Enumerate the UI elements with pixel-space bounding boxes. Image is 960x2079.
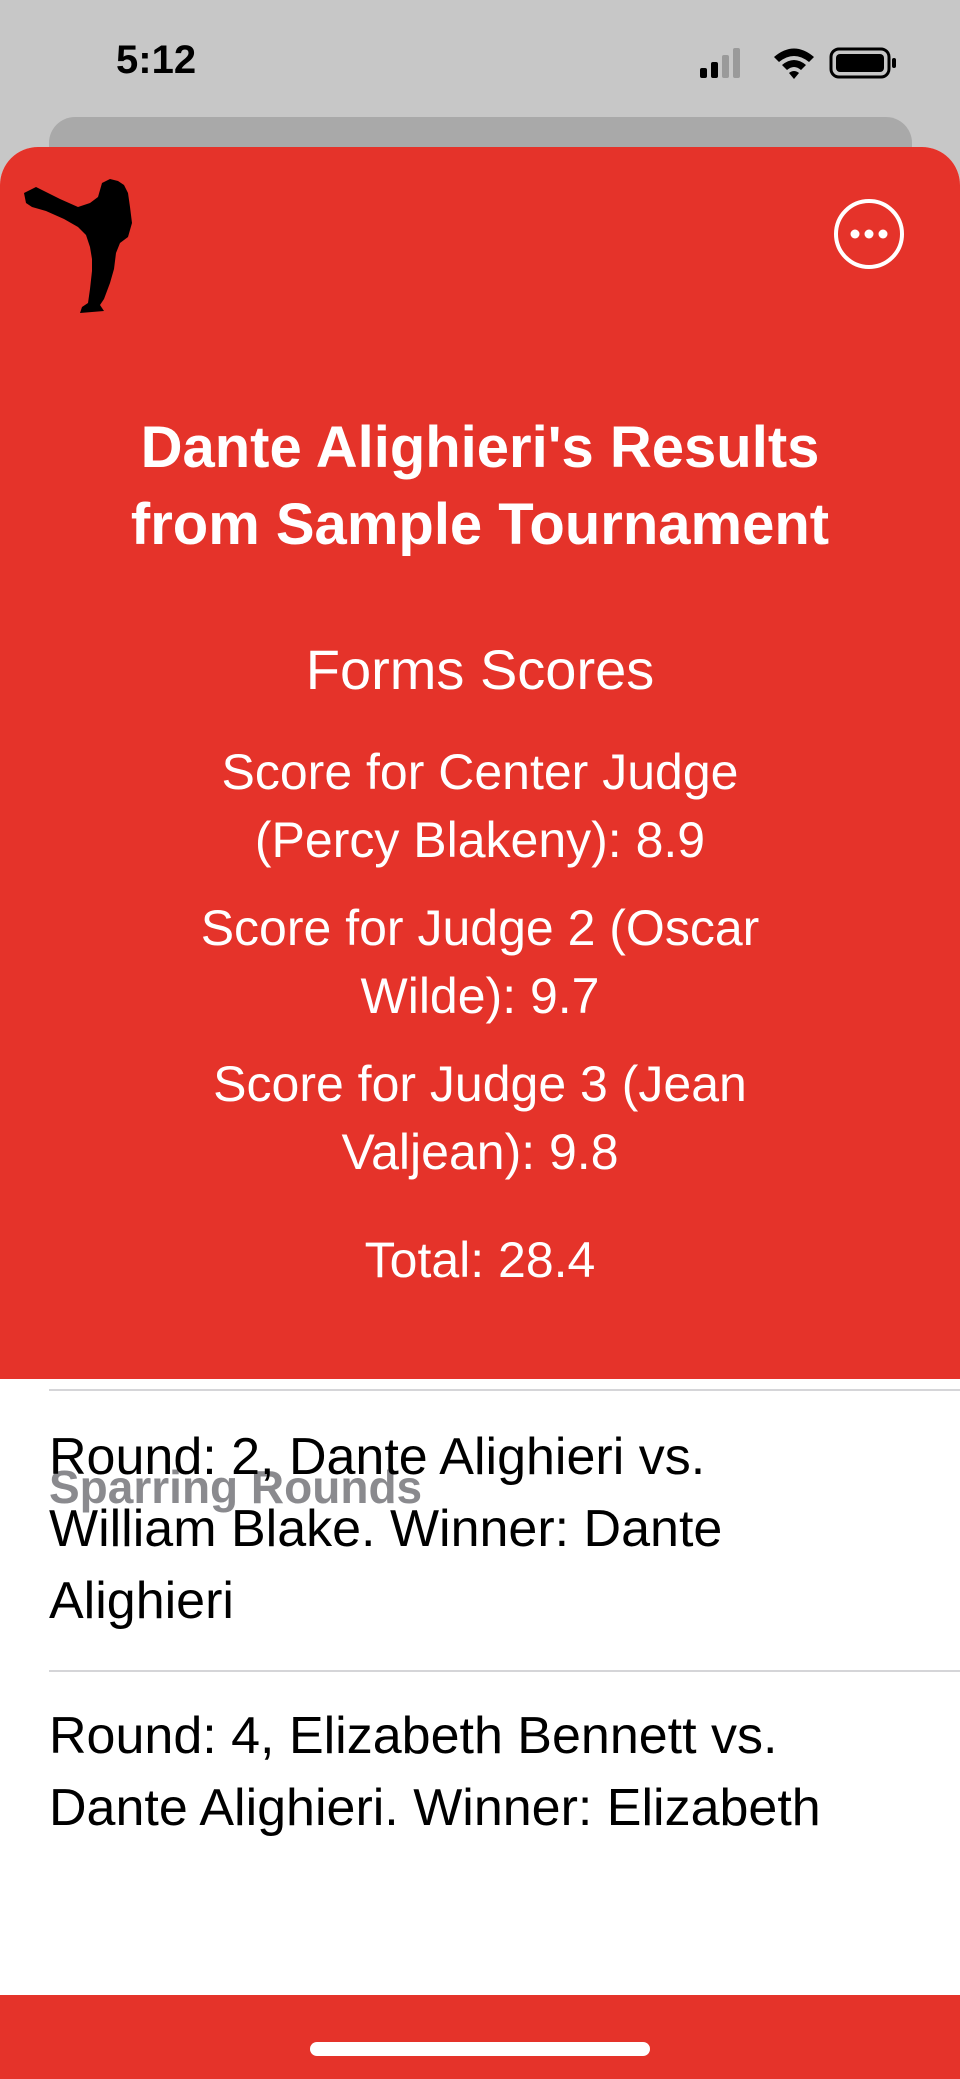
score-line: Score for Judge 3 (Jean — [213, 1056, 747, 1112]
judge-2-score: Score for Judge 2 (Oscar Wilde): 9.7 — [130, 894, 830, 1030]
forms-total: Total: 28.4 — [364, 1232, 596, 1288]
wifi-icon — [774, 48, 814, 79]
title-line: from Sample Tournament — [130, 492, 830, 557]
title-line: Dante Alighieri's Results — [140, 415, 820, 480]
cellular-signal-icon — [700, 48, 740, 78]
score-line: Wilde): 9.7 — [360, 968, 600, 1024]
judge-3-score: Score for Judge 3 (Jean Valjean): 9.8 — [130, 1050, 830, 1186]
score-line: (Percy Blakeny): 8.9 — [254, 812, 706, 868]
round-text-line: William Blake. Winner: Dante — [49, 1500, 723, 1558]
round-text-line: Alighieri — [49, 1572, 234, 1630]
score-line: Valjean): 9.8 — [341, 1124, 619, 1180]
status-icons — [700, 47, 896, 79]
status-time: 5:12 — [116, 38, 197, 82]
round-text-line: Dante Alighieri. Winner: Elizabeth — [49, 1779, 821, 1837]
round-text-line: Round: 4, Elizabeth Bennett vs. — [49, 1707, 778, 1765]
sparring-round-item[interactable]: Round: 2, Dante Alighieri vs. William Bl… — [49, 1421, 909, 1637]
center-judge-score: Score for Center Judge (Percy Blakeny): … — [130, 738, 830, 874]
bottom-bar — [0, 1995, 960, 2079]
martial-artist-kick-icon — [24, 179, 132, 313]
list-divider — [49, 1389, 960, 1391]
battery-icon — [829, 47, 896, 79]
results-header: Dante Alighieri's Results from Sample To… — [0, 147, 960, 1379]
status-bar: 5:12 — [0, 0, 960, 120]
score-line: Score for Judge 2 (Oscar — [200, 900, 760, 956]
more-options-button[interactable] — [832, 197, 906, 271]
score-line: Score for Center Judge — [221, 744, 739, 800]
forms-scores-heading: Forms Scores — [305, 638, 655, 701]
page-title: Dante Alighieri's Results from Sample To… — [40, 409, 920, 563]
list-divider — [49, 1670, 960, 1672]
home-indicator[interactable] — [310, 2042, 650, 2056]
sparring-round-item[interactable]: Round: 4, Elizabeth Bennett vs. Dante Al… — [49, 1700, 909, 1844]
round-text-line: Round: 2, Dante Alighieri vs. — [49, 1428, 706, 1486]
